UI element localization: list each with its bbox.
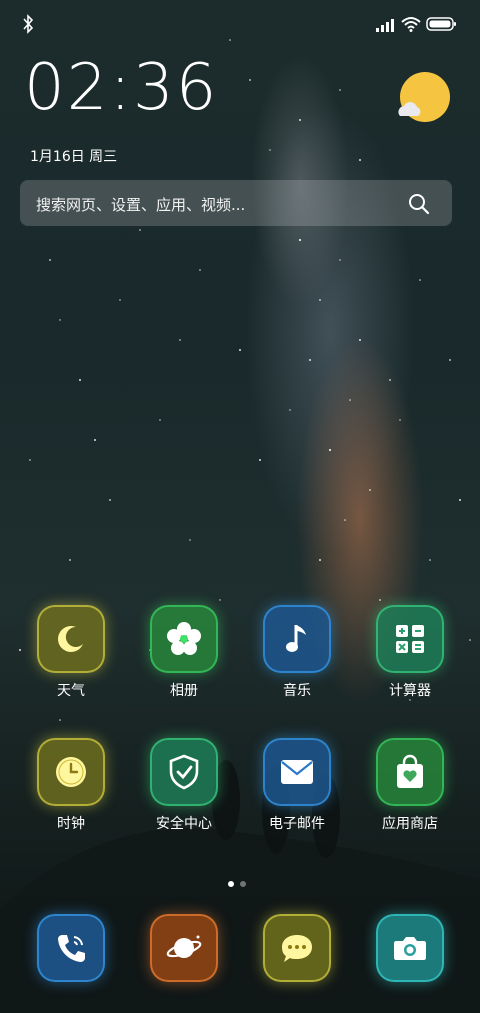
app-label: 时钟 bbox=[57, 816, 85, 832]
clock-date[interactable]: 1月16日 周三 bbox=[30, 146, 117, 166]
app-label: 相册 bbox=[170, 683, 198, 699]
camera-icon bbox=[394, 937, 426, 960]
search-icon[interactable] bbox=[408, 193, 430, 215]
page-dot bbox=[240, 881, 246, 887]
dock-camera[interactable] bbox=[365, 914, 455, 982]
bluetooth-icon bbox=[23, 14, 34, 34]
search-placeholder: 搜索网页、设置、应用、视频... bbox=[36, 196, 246, 214]
dock-phone[interactable] bbox=[26, 914, 116, 982]
app-music[interactable]: 音乐 bbox=[252, 605, 342, 700]
dock-messages[interactable] bbox=[252, 914, 342, 982]
app-label: 天气 bbox=[57, 683, 85, 699]
security-app-tile[interactable] bbox=[150, 738, 218, 806]
store-bag-icon bbox=[397, 754, 423, 788]
app-security[interactable]: 安全中心 bbox=[139, 738, 229, 833]
music-note-icon bbox=[286, 625, 306, 652]
dock-browser[interactable] bbox=[139, 914, 229, 982]
store-app-tile[interactable] bbox=[376, 738, 444, 806]
planet-icon bbox=[166, 935, 202, 958]
page-indicator bbox=[228, 872, 252, 891]
app-label: 计算器 bbox=[389, 683, 431, 699]
camera-app-tile[interactable] bbox=[376, 914, 444, 982]
app-calculator[interactable]: 计算器 bbox=[365, 605, 455, 700]
phone-icon bbox=[58, 935, 85, 962]
phone-app-tile[interactable] bbox=[37, 914, 105, 982]
messages-app-tile[interactable] bbox=[263, 914, 331, 982]
clock-app-tile[interactable] bbox=[37, 738, 105, 806]
app-label: 应用商店 bbox=[382, 816, 438, 832]
envelope-icon bbox=[281, 760, 313, 784]
page-dot-active bbox=[228, 881, 234, 887]
flower-icon bbox=[167, 622, 201, 655]
app-clock[interactable]: 时钟 bbox=[26, 738, 116, 833]
message-icon bbox=[282, 935, 312, 962]
wifi-icon bbox=[401, 17, 421, 32]
music-app-tile[interactable] bbox=[263, 605, 331, 673]
app-store[interactable]: 应用商店 bbox=[365, 738, 455, 833]
search-bar[interactable]: 搜索网页、设置、应用、视频... bbox=[20, 180, 452, 226]
calculator-icon bbox=[396, 625, 424, 653]
app-email[interactable]: 电子邮件 bbox=[252, 738, 342, 833]
status-bar bbox=[0, 0, 480, 50]
weather-app-tile[interactable] bbox=[37, 605, 105, 673]
clock-icon bbox=[56, 757, 86, 787]
browser-app-tile[interactable] bbox=[150, 914, 218, 982]
gallery-app-tile[interactable] bbox=[150, 605, 218, 673]
app-weather[interactable]: 天气 bbox=[26, 605, 116, 700]
battery-icon bbox=[426, 17, 456, 31]
signal-icon bbox=[376, 19, 394, 32]
app-label: 音乐 bbox=[283, 683, 311, 699]
calculator-app-tile[interactable] bbox=[376, 605, 444, 673]
sun-cloud-icon[interactable] bbox=[394, 70, 452, 128]
clock-time[interactable]: 02:36 bbox=[24, 56, 218, 120]
app-label: 电子邮件 bbox=[269, 816, 325, 832]
moon-icon bbox=[58, 626, 83, 652]
shield-icon bbox=[169, 754, 199, 790]
app-gallery[interactable]: 相册 bbox=[139, 605, 229, 700]
app-label: 安全中心 bbox=[156, 816, 212, 832]
email-app-tile[interactable] bbox=[263, 738, 331, 806]
